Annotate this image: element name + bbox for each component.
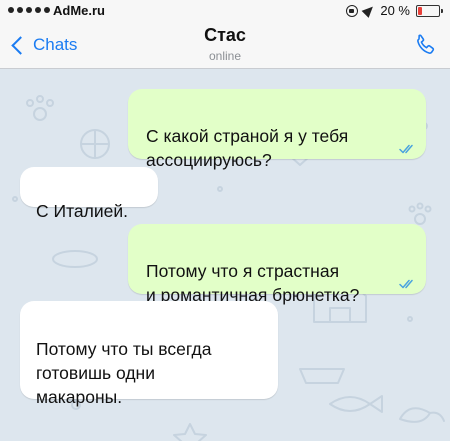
phone-icon[interactable] [412, 32, 438, 58]
chat-area[interactable]: С какой страной я у тебя ассоциируюсь? С… [0, 69, 450, 441]
nav-bar: Chats Стас online [0, 22, 450, 69]
location-arrow-icon [361, 3, 377, 18]
status-right-group: 20 % [346, 3, 443, 18]
incoming-message[interactable]: Потому что ты всегда готовишь одни макар… [20, 301, 278, 407]
message-text: Потому что ты всегда готовишь одни макар… [36, 339, 212, 407]
battery-level-fill [418, 6, 422, 15]
message-text: Потому что я страстная и романтичная брю… [146, 261, 360, 305]
incoming-message[interactable]: С Италией. [20, 167, 158, 221]
battery-percentage: 20 % [380, 3, 410, 18]
rotation-lock-icon [346, 4, 359, 17]
signal-dots-icon [8, 7, 50, 13]
carrier-name: AdMe.ru [53, 3, 105, 18]
online-status: online [208, 49, 242, 63]
battery-icon [416, 4, 443, 17]
read-receipt-icon [399, 144, 413, 154]
read-receipt-icon [399, 279, 413, 289]
outgoing-message[interactable]: Потому что я страстная и романтичная брю… [128, 224, 426, 305]
status-bar: AdMe.ru 20 % [0, 0, 450, 22]
message-text: С Италией. [36, 201, 128, 221]
chat-title[interactable]: Стас [0, 25, 450, 46]
outgoing-message[interactable]: С какой страной я у тебя ассоциируюсь? [128, 89, 426, 170]
